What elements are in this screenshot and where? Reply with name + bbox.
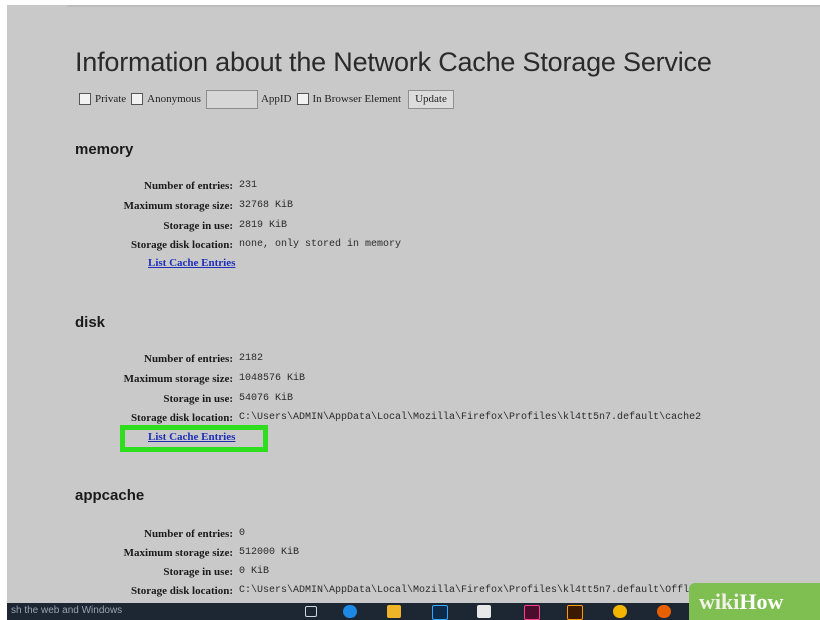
memory-location-value: none, only stored in memory	[239, 239, 402, 250]
page-title: Information about the Network Cache Stor…	[75, 47, 712, 77]
disk-entries-value: 2182	[239, 353, 264, 364]
entries-label: Number of entries:	[144, 180, 233, 192]
disk-location-row: Storage disk location: C:\Users\ADMIN\Ap…	[7, 410, 820, 426]
disk-in-use-row: Storage in use: 54076 KiB	[7, 391, 820, 407]
disk-list-cache-entries-link[interactable]: List Cache Entries	[148, 431, 235, 443]
firefox-icon[interactable]	[657, 605, 671, 618]
memory-in-use-row: Storage in use: 2819 KiB	[7, 218, 820, 234]
location-label: Storage disk location:	[130, 585, 233, 597]
wikihow-watermark: wikiHow	[689, 583, 820, 620]
watermark-part2: How	[739, 589, 784, 614]
memory-list-cache-entries-link[interactable]: List Cache Entries	[148, 257, 235, 269]
private-checkbox[interactable]	[79, 93, 91, 105]
max-size-label: Maximum storage size:	[123, 547, 233, 559]
top-divider	[67, 5, 820, 7]
memory-max-size-row: Maximum storage size: 32768 KiB	[7, 198, 820, 214]
memory-max-size-value: 32768 KiB	[239, 200, 294, 211]
appcache-entries-row: Number of entries: 0	[7, 526, 820, 542]
appid-label: AppID	[260, 93, 292, 105]
in-use-label: Storage in use:	[163, 393, 233, 405]
location-label: Storage disk location:	[130, 412, 233, 424]
update-button[interactable]: Update	[408, 89, 454, 109]
store-icon[interactable]	[477, 605, 491, 618]
browser-element-label: In Browser Element	[312, 93, 402, 105]
chrome-icon[interactable]	[613, 605, 627, 618]
section-heading-disk: disk	[75, 314, 106, 331]
illustrator-icon[interactable]	[567, 605, 583, 620]
appid-input[interactable]	[205, 89, 258, 109]
memory-in-use-value: 2819 KiB	[239, 220, 288, 231]
memory-entries-value: 231	[239, 180, 258, 191]
filter-controls: Private Anonymous AppID In Browser Eleme…	[79, 89, 454, 109]
memory-location-row: Storage disk location: none, only stored…	[7, 237, 820, 253]
photoshop-icon[interactable]	[432, 605, 448, 620]
max-size-label: Maximum storage size:	[123, 200, 233, 212]
edge-browser-icon[interactable]	[343, 605, 357, 618]
appcache-in-use-row: Storage in use: 0 KiB	[7, 564, 820, 580]
appcache-location-value: C:\Users\ADMIN\AppData\Local\Mozilla\Fir…	[239, 585, 738, 596]
appcache-entries-value: 0	[239, 528, 246, 539]
task-view-icon[interactable]	[305, 606, 317, 617]
memory-entries-row: Number of entries: 231	[7, 178, 820, 194]
section-heading-memory: memory	[75, 141, 134, 158]
taskbar-search-box[interactable]: sh the web and Windows	[11, 605, 122, 616]
appcache-max-size-value: 512000 KiB	[239, 547, 300, 558]
watermark-part1: wiki	[699, 589, 740, 614]
disk-max-size-value: 1048576 KiB	[239, 373, 306, 384]
entries-label: Number of entries:	[144, 528, 233, 540]
disk-entries-row: Number of entries: 2182	[7, 351, 820, 367]
location-label: Storage disk location:	[130, 239, 233, 251]
anonymous-label: Anonymous	[147, 93, 201, 105]
disk-max-size-row: Maximum storage size: 1048576 KiB	[7, 371, 820, 387]
private-label: Private	[95, 93, 127, 105]
entries-label: Number of entries:	[144, 353, 233, 365]
in-use-label: Storage in use:	[163, 220, 233, 232]
disk-location-value: C:\Users\ADMIN\AppData\Local\Mozilla\Fir…	[239, 412, 702, 423]
browser-element-checkbox[interactable]	[296, 93, 309, 105]
appcache-in-use-value: 0 KiB	[239, 566, 270, 577]
section-heading-appcache: appcache	[75, 487, 145, 504]
about-cache-page: Information about the Network Cache Stor…	[7, 5, 820, 605]
anonymous-checkbox[interactable]	[131, 93, 144, 105]
max-size-label: Maximum storage size:	[123, 373, 233, 385]
disk-in-use-value: 54076 KiB	[239, 393, 294, 404]
indesign-icon[interactable]	[524, 605, 540, 620]
file-explorer-icon[interactable]	[387, 605, 401, 618]
appcache-max-size-row: Maximum storage size: 512000 KiB	[7, 545, 820, 561]
in-use-label: Storage in use:	[163, 566, 233, 578]
